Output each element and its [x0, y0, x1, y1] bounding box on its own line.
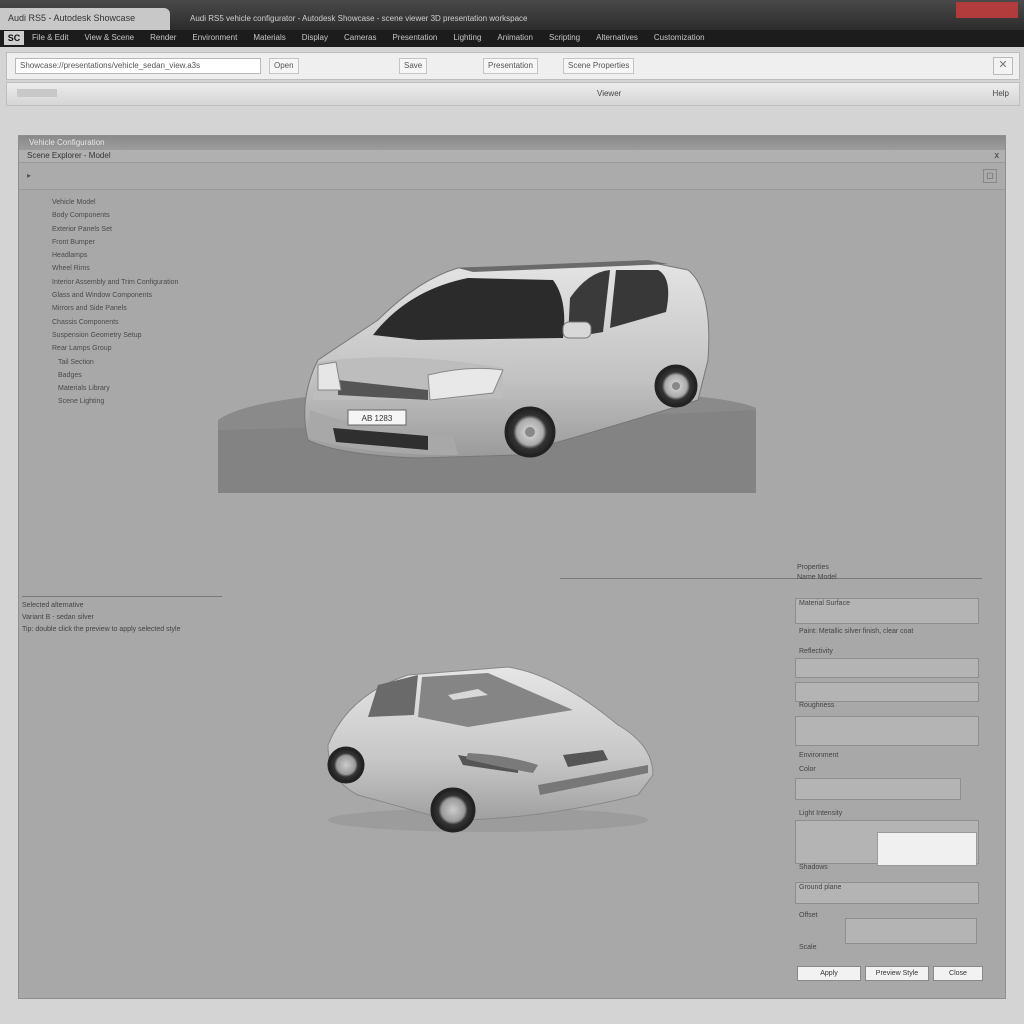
- menu-item[interactable]: Scripting: [549, 33, 580, 42]
- roughness-label: Roughness: [799, 702, 835, 709]
- alternative-info: Selected alternative Variant B - sedan s…: [22, 600, 181, 636]
- properties-heading: Properties: [797, 564, 829, 571]
- menu-item[interactable]: Alternatives: [596, 33, 638, 42]
- light-intensity-label: Light Intensity: [799, 810, 843, 817]
- title-bar: Audi RS5 - Autodesk Showcase Audi RS5 ve…: [0, 0, 1024, 30]
- save-button[interactable]: Save: [399, 58, 428, 74]
- properties-panel: Properties Name Model Material Surface P…: [795, 562, 983, 962]
- car-front-render[interactable]: AB 1283: [218, 250, 756, 493]
- help-menu[interactable]: Help: [993, 89, 1009, 98]
- viewer-label[interactable]: Viewer: [597, 89, 621, 98]
- menu-item[interactable]: View & Scene: [84, 33, 134, 42]
- tree-item[interactable]: Badges: [52, 369, 178, 382]
- scale-label: Scale: [799, 944, 817, 951]
- reflectivity-field[interactable]: [795, 658, 979, 678]
- menu-item[interactable]: Render: [150, 33, 176, 42]
- menu-item[interactable]: Materials: [253, 33, 285, 42]
- dialog-buttons: Apply Preview Style Close: [797, 966, 983, 981]
- paint-label: Paint: Metallic silver finish, clear coa…: [799, 628, 914, 635]
- tree-item[interactable]: Body Components: [52, 209, 178, 222]
- menu-item[interactable]: File & Edit: [32, 33, 68, 42]
- preview-style-button[interactable]: Preview Style: [865, 966, 929, 981]
- menu-item[interactable]: Lighting: [453, 33, 481, 42]
- tree-item[interactable]: Chassis Components: [52, 316, 178, 329]
- toolbar-handle: [17, 89, 57, 97]
- section-divider: [22, 596, 222, 597]
- name-label: Name Model: [797, 574, 837, 581]
- scene-window-title: Vehicle Configuration: [29, 138, 105, 147]
- scene-tree: Vehicle Model Body Components Exterior Pan…: [52, 196, 178, 409]
- info-line: Selected alternative: [22, 602, 84, 609]
- secondary-toolbar: Viewer Help: [6, 82, 1020, 106]
- tree-item[interactable]: Wheel Rims: [52, 262, 178, 275]
- menu-item[interactable]: Animation: [497, 33, 533, 42]
- tree-item[interactable]: Headlamps: [52, 249, 178, 262]
- environment-field[interactable]: [795, 716, 979, 746]
- file-path-field[interactable]: Showcase://presentations/vehicle_sedan_v…: [15, 58, 261, 74]
- tree-item[interactable]: Front Bumper: [52, 236, 178, 249]
- tree-item[interactable]: Materials Library: [52, 382, 178, 395]
- close-window-button[interactable]: [956, 2, 1018, 18]
- menu-item[interactable]: Display: [302, 33, 328, 42]
- offset-label: Offset: [799, 912, 818, 919]
- tab-title: Audi RS5 - Autodesk Showcase: [8, 13, 136, 23]
- presentation-button[interactable]: Presentation: [483, 58, 538, 74]
- menu-item[interactable]: Cameras: [344, 33, 376, 42]
- tree-item[interactable]: Vehicle Model: [52, 196, 178, 209]
- window-tab[interactable]: Audi RS5 - Autodesk Showcase: [0, 8, 170, 30]
- tree-item[interactable]: Mirrors and Side Panels: [52, 302, 178, 315]
- scene-subheader-label: Scene Explorer - Model: [27, 151, 111, 160]
- menu-item[interactable]: Environment: [192, 33, 237, 42]
- menu-items: File & Edit View & Scene Render Environment…: [32, 33, 705, 42]
- close-panel-icon[interactable]: x: [995, 150, 1000, 160]
- scene-tools: ▸ ▢: [19, 163, 1005, 190]
- tree-item[interactable]: Suspension Geometry Setup: [52, 329, 178, 342]
- filter-icon[interactable]: ▸: [27, 171, 31, 180]
- menu-bar: SC File & Edit View & Scene Render Environm…: [0, 30, 1024, 47]
- tree-item[interactable]: Rear Lamps Group: [52, 342, 178, 355]
- open-button[interactable]: Open: [269, 58, 299, 74]
- window-title: Audi RS5 vehicle configurator - Autodesk…: [190, 14, 528, 23]
- menu-item[interactable]: Presentation: [392, 33, 437, 42]
- apply-button[interactable]: Apply: [797, 966, 861, 981]
- scene-subheader: Scene Explorer - Model x: [19, 150, 1005, 163]
- color-field[interactable]: [795, 778, 961, 800]
- address-bar: Showcase://presentations/vehicle_sedan_v…: [6, 52, 1020, 80]
- close-button[interactable]: Close: [933, 966, 983, 981]
- color-label: Color: [799, 766, 816, 773]
- info-line: Tip: double click the preview to apply s…: [22, 626, 181, 633]
- app-logo-icon: SC: [4, 31, 24, 45]
- tree-item[interactable]: Tail Section: [52, 356, 178, 369]
- tree-item[interactable]: Interior Assembly and Trim Configuration: [52, 276, 178, 289]
- environment-label: Environment: [799, 752, 839, 759]
- menu-item[interactable]: Customization: [654, 33, 705, 42]
- car-side-render[interactable]: [318, 655, 658, 845]
- scene-properties-button[interactable]: Scene Properties: [563, 58, 635, 74]
- tree-item[interactable]: Glass and Window Components: [52, 289, 178, 302]
- close-icon[interactable]: ✕: [993, 57, 1013, 75]
- scene-window-header: Vehicle Configuration: [19, 136, 1005, 150]
- light-preview-swatch[interactable]: [877, 832, 977, 866]
- ground-plane-label: Ground plane: [799, 884, 842, 891]
- expand-icon[interactable]: ▢: [983, 169, 997, 183]
- license-plate-text: AB 1283: [362, 414, 393, 423]
- info-line: Variant B - sedan silver: [22, 614, 94, 621]
- offset-field[interactable]: [845, 918, 977, 944]
- tree-item[interactable]: Exterior Panels Set: [52, 223, 178, 236]
- shadows-label: Shadows: [799, 864, 828, 871]
- reflectivity-label: Reflectivity: [799, 648, 833, 655]
- tree-item[interactable]: Scene Lighting: [52, 395, 178, 408]
- roughness-field[interactable]: [795, 682, 979, 702]
- material-label: Material Surface: [799, 600, 850, 607]
